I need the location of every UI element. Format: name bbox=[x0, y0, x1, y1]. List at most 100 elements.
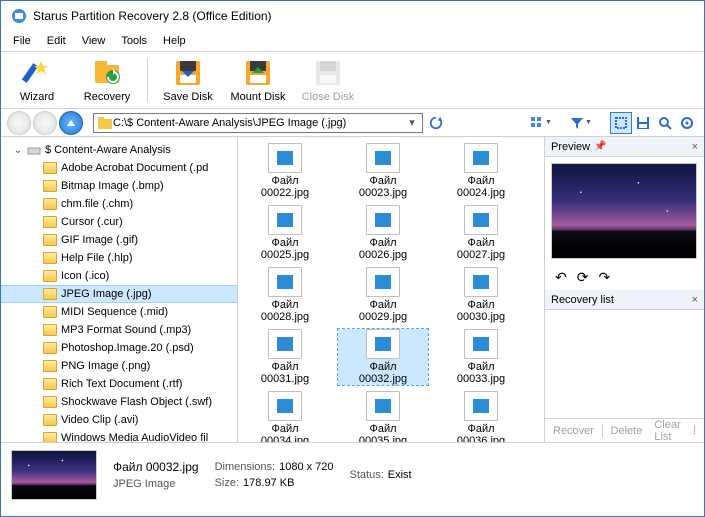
file-item[interactable]: Файл00025.jpg bbox=[240, 205, 330, 261]
main-toolbar: Wizard Recovery Save Disk Mount Disk Clo… bbox=[1, 51, 704, 109]
preview-image bbox=[551, 163, 697, 259]
toolbar-separator bbox=[147, 58, 148, 102]
refresh-button[interactable] bbox=[425, 112, 447, 134]
file-item[interactable]: Файл00033.jpg bbox=[436, 329, 526, 385]
image-icon bbox=[473, 275, 489, 289]
menu-file[interactable]: File bbox=[6, 33, 38, 49]
save-disk-button[interactable]: Save Disk bbox=[158, 53, 218, 107]
tree-item[interactable]: PNG Image (.png) bbox=[1, 357, 237, 375]
tree-item[interactable]: chm.file (.chm) bbox=[1, 195, 237, 213]
options-button[interactable] bbox=[676, 112, 698, 134]
tree-root[interactable]: ⌄ $ Content-Aware Analysis bbox=[1, 141, 237, 159]
tree-item[interactable]: Photoshop.Image.20 (.psd) bbox=[1, 339, 237, 357]
folder-icon bbox=[43, 216, 57, 228]
file-item[interactable]: Файл00023.jpg bbox=[338, 143, 428, 199]
tree-item[interactable]: Adobe Acrobat Document (.pd bbox=[1, 159, 237, 177]
tree-item[interactable]: JPEG Image (.jpg) bbox=[1, 285, 237, 303]
clear-list-button[interactable]: Clear List bbox=[650, 419, 685, 443]
main-area: ⌄ $ Content-Aware Analysis Adobe Acrobat… bbox=[1, 137, 704, 442]
file-item[interactable]: Файл00026.jpg bbox=[338, 205, 428, 261]
image-icon bbox=[375, 399, 391, 413]
file-item[interactable]: Файл00028.jpg bbox=[240, 267, 330, 323]
file-item[interactable]: Файл00035.jpg bbox=[338, 391, 428, 442]
nav-back-button[interactable] bbox=[7, 111, 31, 135]
file-thumbnail bbox=[464, 267, 498, 297]
rotate-button[interactable]: ⟳ bbox=[577, 269, 589, 286]
tree-item[interactable]: Icon (.ico) bbox=[1, 267, 237, 285]
recovery-list-header: Recovery list × bbox=[545, 290, 704, 310]
image-icon bbox=[277, 275, 293, 289]
wizard-button[interactable]: Wizard bbox=[7, 53, 67, 107]
file-list[interactable]: Файл00022.jpgФайл00023.jpgФайл00024.jpgФ… bbox=[238, 137, 544, 442]
recovery-more-icon[interactable]: ⁞ bbox=[689, 425, 700, 437]
recovery-button[interactable]: Recovery bbox=[77, 53, 137, 107]
tree-item[interactable]: Cursor (.cur) bbox=[1, 213, 237, 231]
app-icon bbox=[11, 8, 27, 24]
menu-edit[interactable]: Edit bbox=[40, 33, 73, 49]
file-item[interactable]: Файл00022.jpg bbox=[240, 143, 330, 199]
folder-icon bbox=[43, 288, 57, 300]
file-item[interactable]: Файл00024.jpg bbox=[436, 143, 526, 199]
tree-item[interactable]: Bitmap Image (.bmp) bbox=[1, 177, 237, 195]
image-icon bbox=[277, 213, 293, 227]
nav-up-button[interactable] bbox=[59, 111, 83, 135]
file-item[interactable]: Файл00032.jpg bbox=[338, 329, 428, 385]
recovery-list[interactable] bbox=[545, 310, 704, 418]
tree-item[interactable]: Rich Text Document (.rtf) bbox=[1, 375, 237, 393]
pin-icon[interactable]: 📌 bbox=[594, 141, 606, 152]
file-item[interactable]: Файл00031.jpg bbox=[240, 329, 330, 385]
close-preview-button[interactable]: × bbox=[692, 141, 698, 153]
tree-item[interactable]: Windows Media AudioVideo fil bbox=[1, 429, 237, 442]
image-icon bbox=[375, 337, 391, 351]
rotate-left-button[interactable]: ↶ bbox=[555, 269, 567, 286]
address-input[interactable] bbox=[113, 117, 405, 129]
minimize-button[interactable]:  bbox=[568, 2, 612, 30]
file-item[interactable]: Файл00030.jpg bbox=[436, 267, 526, 323]
folder-icon bbox=[43, 306, 57, 318]
close-disk-button[interactable]: Close Disk bbox=[298, 53, 358, 107]
file-item[interactable]: Файл00029.jpg bbox=[338, 267, 428, 323]
tree-item[interactable]: Video Clip (.avi) bbox=[1, 411, 237, 429]
tree-item[interactable]: GIF Image (.gif) bbox=[1, 231, 237, 249]
mount-disk-button[interactable]: Mount Disk bbox=[228, 53, 288, 107]
status-filename: Файл 00032.jpg bbox=[113, 460, 199, 474]
close-disk-icon bbox=[312, 57, 344, 89]
view-mode-button[interactable]: ▼ bbox=[530, 112, 552, 134]
tree-item[interactable]: Help File (.hlp) bbox=[1, 249, 237, 267]
file-thumbnail bbox=[464, 205, 498, 235]
folder-icon bbox=[43, 252, 57, 264]
tree-item[interactable]: Shockwave Flash Object (.swf) bbox=[1, 393, 237, 411]
select-icon bbox=[614, 116, 628, 130]
recover-button[interactable]: Recover bbox=[549, 425, 598, 437]
menu-help[interactable]: Help bbox=[156, 33, 193, 49]
address-dropdown[interactable]: ▾ bbox=[405, 116, 419, 129]
folder-icon bbox=[43, 342, 57, 354]
tree-item[interactable]: MP3 Format Sound (.mp3) bbox=[1, 321, 237, 339]
close-button[interactable]:  bbox=[656, 2, 700, 30]
delete-button[interactable]: Delete bbox=[607, 425, 647, 437]
save-button[interactable] bbox=[632, 112, 654, 134]
file-item[interactable]: Файл00034.jpg bbox=[240, 391, 330, 442]
wizard-icon bbox=[21, 57, 53, 89]
menu-view[interactable]: View bbox=[75, 33, 113, 49]
image-icon bbox=[473, 213, 489, 227]
image-icon bbox=[473, 337, 489, 351]
folder-tree[interactable]: ⌄ $ Content-Aware Analysis Adobe Acrobat… bbox=[1, 137, 238, 442]
file-item[interactable]: Файл00036.jpg bbox=[436, 391, 526, 442]
folder-icon bbox=[43, 378, 57, 390]
maximize-button[interactable]:  bbox=[612, 2, 656, 30]
search-button[interactable] bbox=[654, 112, 676, 134]
tree-item[interactable]: MIDI Sequence (.mid) bbox=[1, 303, 237, 321]
chevron-down-icon[interactable]: ⌄ bbox=[13, 145, 23, 156]
close-recovery-list-button[interactable]: × bbox=[692, 294, 698, 306]
rotate-right-button[interactable]: ↷ bbox=[598, 269, 610, 286]
select-button[interactable] bbox=[610, 112, 632, 134]
filter-icon bbox=[570, 116, 584, 130]
file-item[interactable]: Файл00027.jpg bbox=[436, 205, 526, 261]
menu-tools[interactable]: Tools bbox=[114, 33, 154, 49]
nav-forward-button[interactable] bbox=[33, 111, 57, 135]
file-thumbnail bbox=[366, 205, 400, 235]
folder-icon bbox=[43, 324, 57, 336]
file-thumbnail bbox=[366, 391, 400, 421]
filter-button[interactable]: ▼ bbox=[570, 112, 592, 134]
